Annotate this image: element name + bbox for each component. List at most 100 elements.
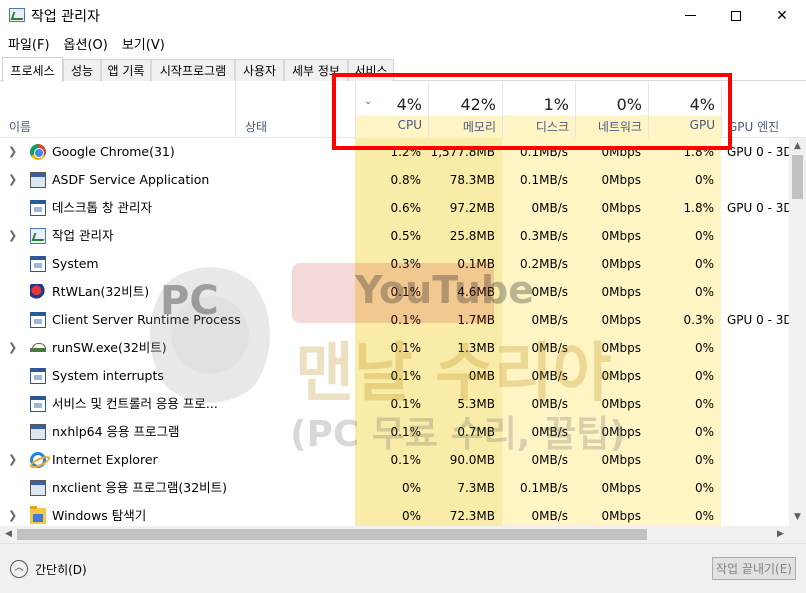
cpu-total: 4% — [396, 95, 422, 114]
cpu-cell: 0.1% — [355, 278, 428, 306]
memory-cell: 1.3MB — [428, 334, 502, 362]
scroll-up-icon[interactable]: ▲ — [789, 138, 806, 155]
column-network[interactable]: 0% 네트워크 — [575, 82, 648, 138]
tab-processes[interactable]: 프로세스 — [2, 57, 63, 82]
network-cell: 0Mbps — [575, 222, 648, 250]
gpu-engine-cell — [721, 250, 789, 278]
disk-cell: 0MB/s — [502, 306, 575, 334]
scrollbar-corner — [789, 526, 806, 543]
process-row[interactable]: 0.1% 5.3MB 0MB/s 0Mbps 0% 서비스 및 컨트롤러 응용 프로... — [0, 390, 789, 418]
column-name[interactable]: 이름 — [0, 82, 235, 138]
chevron-right-icon[interactable]: ❯ — [8, 222, 17, 250]
process-row[interactable]: 0.3% 0.1MB 0.2MB/s 0Mbps 0% System — [0, 250, 789, 278]
horizontal-scroll-thumb[interactable] — [17, 529, 647, 540]
gpu-engine-cell — [721, 222, 789, 250]
horizontal-scrollbar[interactable]: ◀ ▶ — [0, 526, 789, 543]
process-row[interactable]: 0.1% 0MB 0MB/s 0Mbps 0% System interrupts — [0, 362, 789, 390]
memory-label: 메모리 — [462, 120, 496, 134]
column-memory[interactable]: 42% 메모리 — [428, 82, 502, 138]
process-row[interactable]: 0% 7.3MB 0.1MB/s 0Mbps 0% nxclient 응용 프로그램(32… — [0, 474, 789, 502]
minimize-icon — [684, 15, 696, 16]
chevron-up-icon[interactable]: ︿ — [10, 560, 28, 578]
gpu-total: 4% — [689, 95, 715, 114]
gpu-engine-cell — [721, 446, 789, 474]
process-row[interactable]: 0.1% 90.0MB 0MB/s 0Mbps 0% ❯ Internet Explorer — [0, 446, 789, 474]
cpu-cell: 0% — [355, 474, 428, 502]
tab-users[interactable]: 사용자 — [235, 59, 284, 81]
process-row[interactable]: 1.2% 1,577.8MB 0.1MB/s 0Mbps 1.8% GPU 0 - 3D ❯… — [0, 138, 789, 166]
scroll-down-icon[interactable]: ▼ — [789, 509, 806, 526]
network-total: 0% — [616, 95, 642, 114]
process-row[interactable]: 0.1% 4.6MB 0MB/s 0Mbps 0% RtWLan(32비트) — [0, 278, 789, 306]
cpu-cell: 0.1% — [355, 446, 428, 474]
process-name: ASDF Service Application — [52, 172, 210, 187]
memory-cell: 97.2MB — [428, 194, 502, 222]
footer-bar: ︿ 간단히(D) 작업 끝내기(E) — [0, 543, 806, 593]
sort-down-icon: ⌄ — [364, 96, 373, 107]
memory-cell: 1,577.8MB — [428, 138, 502, 166]
scroll-left-icon[interactable]: ◀ — [0, 526, 17, 543]
column-cpu[interactable]: ⌄ 4% CPU — [355, 82, 428, 138]
process-name: System — [52, 256, 99, 271]
process-name: 작업 관리자 — [52, 228, 114, 243]
network-cell: 0Mbps — [575, 250, 648, 278]
column-status[interactable]: 상태 — [235, 82, 355, 138]
vertical-scrollbar[interactable]: ▲ ▼ — [789, 138, 806, 526]
process-row[interactable]: 0.1% 0.7MB 0MB/s 0Mbps 0% nxhlp64 응용 프로그램 — [0, 418, 789, 446]
memory-total: 42% — [460, 95, 496, 114]
app-icon — [30, 424, 46, 440]
column-disk[interactable]: 1% 디스크 — [502, 82, 575, 138]
end-task-button[interactable]: 작업 끝내기(E) — [712, 557, 796, 580]
chevron-right-icon[interactable]: ❯ — [8, 446, 17, 474]
close-icon: ✕ — [776, 7, 788, 24]
gpu-cell: 0% — [648, 250, 721, 278]
cpu-cell: 0.1% — [355, 362, 428, 390]
disk-total: 1% — [543, 95, 569, 114]
minimize-button[interactable] — [667, 0, 713, 31]
process-row[interactable]: 0.1% 1.3MB 0MB/s 0Mbps 0% ❯ runSW.exe(32비트) — [0, 334, 789, 362]
gpu-engine-cell — [721, 334, 789, 362]
maximize-button[interactable] — [713, 0, 759, 31]
tab-startup[interactable]: 시작프로그램 — [151, 59, 235, 81]
memory-cell: 4.6MB — [428, 278, 502, 306]
cpu-cell: 0.8% — [355, 166, 428, 194]
process-name: nxclient 응용 프로그램(32비트) — [52, 480, 228, 495]
process-name: Windows 탐색기 — [52, 508, 147, 523]
fewer-details-link[interactable]: 간단히(D) — [35, 561, 87, 578]
tab-performance[interactable]: 성능 — [63, 59, 101, 81]
menu-file[interactable]: 파일(F) — [8, 34, 50, 53]
tab-details[interactable]: 세부 정보 — [284, 59, 348, 81]
tab-app-history[interactable]: 앱 기록 — [101, 59, 151, 81]
memory-cell: 1.7MB — [428, 306, 502, 334]
gpu-engine-cell — [721, 362, 789, 390]
column-gpu[interactable]: 4% GPU — [648, 82, 721, 138]
vertical-scroll-thumb[interactable] — [792, 155, 803, 199]
process-row[interactable]: 0.8% 78.3MB 0.1MB/s 0Mbps 0% ❯ ASDF Service Ap… — [0, 166, 789, 194]
menu-view[interactable]: 보기(V) — [122, 34, 165, 53]
scroll-right-icon[interactable]: ▶ — [772, 526, 789, 543]
chevron-right-icon[interactable]: ❯ — [8, 138, 17, 166]
column-gpu-engine[interactable]: GPU 엔진 — [721, 82, 806, 138]
window-icon — [30, 368, 46, 384]
chevron-right-icon[interactable]: ❯ — [8, 502, 17, 526]
process-row[interactable]: 0.1% 1.7MB 0MB/s 0Mbps 0.3% GPU 0 - 3D Client … — [0, 306, 789, 334]
process-row[interactable]: 0.5% 25.8MB 0.3MB/s 0Mbps 0% ❯ 작업 관리자 — [0, 222, 789, 250]
disk-cell: 0.1MB/s — [502, 474, 575, 502]
window-icon — [30, 312, 46, 328]
gpu-cell: 1.8% — [648, 138, 721, 166]
gpu-engine-cell: GPU 0 - 3D — [727, 313, 789, 327]
network-cell: 0Mbps — [575, 474, 648, 502]
menu-bar: 파일(F) 옵션(O) 보기(V) — [0, 31, 806, 55]
chevron-right-icon[interactable]: ❯ — [8, 166, 17, 194]
process-row[interactable]: 0% 72.3MB 0MB/s 0Mbps 0% ❯ Windows 탐색기 — [0, 502, 789, 526]
menu-options[interactable]: 옵션(O) — [64, 34, 108, 53]
gpu-cell: 1.8% — [648, 194, 721, 222]
process-name: runSW.exe(32비트) — [52, 340, 167, 355]
close-button[interactable]: ✕ — [759, 0, 805, 31]
process-name: 데스크톱 창 관리자 — [52, 200, 152, 215]
process-row[interactable]: 0.6% 97.2MB 0MB/s 0Mbps 1.8% GPU 0 - 3D 데스크톱 창… — [0, 194, 789, 222]
chevron-right-icon[interactable]: ❯ — [8, 334, 17, 362]
tab-services[interactable]: 서비스 — [348, 59, 394, 81]
network-label: 네트워크 — [597, 120, 642, 134]
disk-cell: 0MB/s — [502, 278, 575, 306]
